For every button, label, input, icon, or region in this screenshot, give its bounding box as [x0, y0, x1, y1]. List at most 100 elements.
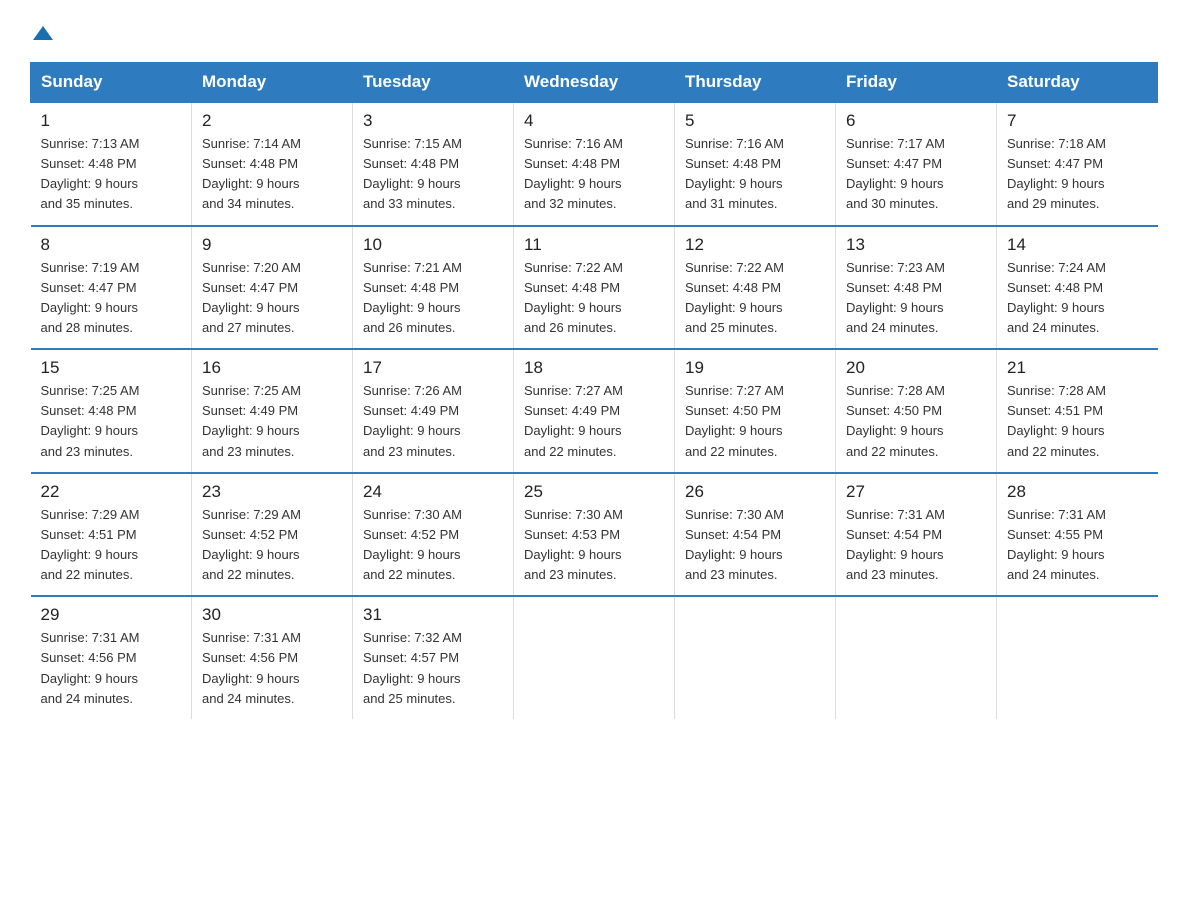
calendar-cell: 24 Sunrise: 7:30 AM Sunset: 4:52 PM Dayl… [353, 473, 514, 597]
day-number: 15 [41, 358, 182, 378]
day-info: Sunrise: 7:14 AM Sunset: 4:48 PM Dayligh… [202, 134, 342, 215]
day-number: 10 [363, 235, 503, 255]
calendar-cell: 7 Sunrise: 7:18 AM Sunset: 4:47 PM Dayli… [997, 102, 1158, 226]
day-number: 14 [1007, 235, 1148, 255]
day-info: Sunrise: 7:27 AM Sunset: 4:49 PM Dayligh… [524, 381, 664, 462]
day-number: 22 [41, 482, 182, 502]
calendar-cell: 8 Sunrise: 7:19 AM Sunset: 4:47 PM Dayli… [31, 226, 192, 350]
day-info: Sunrise: 7:24 AM Sunset: 4:48 PM Dayligh… [1007, 258, 1148, 339]
day-info: Sunrise: 7:23 AM Sunset: 4:48 PM Dayligh… [846, 258, 986, 339]
weekday-header-row: SundayMondayTuesdayWednesdayThursdayFrid… [31, 63, 1158, 103]
day-info: Sunrise: 7:30 AM Sunset: 4:52 PM Dayligh… [363, 505, 503, 586]
logo [30, 20, 54, 44]
calendar-cell [997, 596, 1158, 719]
calendar-cell [514, 596, 675, 719]
day-info: Sunrise: 7:15 AM Sunset: 4:48 PM Dayligh… [363, 134, 503, 215]
day-info: Sunrise: 7:31 AM Sunset: 4:54 PM Dayligh… [846, 505, 986, 586]
calendar-cell: 20 Sunrise: 7:28 AM Sunset: 4:50 PM Dayl… [836, 349, 997, 473]
day-number: 5 [685, 111, 825, 131]
day-info: Sunrise: 7:30 AM Sunset: 4:53 PM Dayligh… [524, 505, 664, 586]
weekday-header-friday: Friday [836, 63, 997, 103]
calendar-cell: 15 Sunrise: 7:25 AM Sunset: 4:48 PM Dayl… [31, 349, 192, 473]
day-number: 13 [846, 235, 986, 255]
day-number: 1 [41, 111, 182, 131]
calendar-cell: 14 Sunrise: 7:24 AM Sunset: 4:48 PM Dayl… [997, 226, 1158, 350]
day-number: 19 [685, 358, 825, 378]
weekday-header-saturday: Saturday [997, 63, 1158, 103]
day-info: Sunrise: 7:21 AM Sunset: 4:48 PM Dayligh… [363, 258, 503, 339]
calendar-week-row: 1 Sunrise: 7:13 AM Sunset: 4:48 PM Dayli… [31, 102, 1158, 226]
day-number: 7 [1007, 111, 1148, 131]
calendar-cell: 29 Sunrise: 7:31 AM Sunset: 4:56 PM Dayl… [31, 596, 192, 719]
calendar-cell: 26 Sunrise: 7:30 AM Sunset: 4:54 PM Dayl… [675, 473, 836, 597]
calendar-cell: 18 Sunrise: 7:27 AM Sunset: 4:49 PM Dayl… [514, 349, 675, 473]
day-number: 28 [1007, 482, 1148, 502]
weekday-header-monday: Monday [192, 63, 353, 103]
calendar-cell: 22 Sunrise: 7:29 AM Sunset: 4:51 PM Dayl… [31, 473, 192, 597]
day-number: 6 [846, 111, 986, 131]
day-info: Sunrise: 7:30 AM Sunset: 4:54 PM Dayligh… [685, 505, 825, 586]
calendar-cell: 25 Sunrise: 7:30 AM Sunset: 4:53 PM Dayl… [514, 473, 675, 597]
day-number: 16 [202, 358, 342, 378]
weekday-header-sunday: Sunday [31, 63, 192, 103]
day-info: Sunrise: 7:19 AM Sunset: 4:47 PM Dayligh… [41, 258, 182, 339]
day-info: Sunrise: 7:29 AM Sunset: 4:51 PM Dayligh… [41, 505, 182, 586]
day-info: Sunrise: 7:31 AM Sunset: 4:55 PM Dayligh… [1007, 505, 1148, 586]
day-number: 27 [846, 482, 986, 502]
calendar-cell: 3 Sunrise: 7:15 AM Sunset: 4:48 PM Dayli… [353, 102, 514, 226]
day-info: Sunrise: 7:22 AM Sunset: 4:48 PM Dayligh… [524, 258, 664, 339]
day-number: 29 [41, 605, 182, 625]
day-info: Sunrise: 7:16 AM Sunset: 4:48 PM Dayligh… [524, 134, 664, 215]
calendar-cell [836, 596, 997, 719]
calendar-cell: 28 Sunrise: 7:31 AM Sunset: 4:55 PM Dayl… [997, 473, 1158, 597]
day-info: Sunrise: 7:20 AM Sunset: 4:47 PM Dayligh… [202, 258, 342, 339]
calendar-cell: 11 Sunrise: 7:22 AM Sunset: 4:48 PM Dayl… [514, 226, 675, 350]
calendar-cell: 12 Sunrise: 7:22 AM Sunset: 4:48 PM Dayl… [675, 226, 836, 350]
day-number: 2 [202, 111, 342, 131]
calendar-cell: 16 Sunrise: 7:25 AM Sunset: 4:49 PM Dayl… [192, 349, 353, 473]
calendar-cell: 31 Sunrise: 7:32 AM Sunset: 4:57 PM Dayl… [353, 596, 514, 719]
day-number: 30 [202, 605, 342, 625]
day-info: Sunrise: 7:13 AM Sunset: 4:48 PM Dayligh… [41, 134, 182, 215]
day-number: 20 [846, 358, 986, 378]
day-info: Sunrise: 7:26 AM Sunset: 4:49 PM Dayligh… [363, 381, 503, 462]
day-info: Sunrise: 7:28 AM Sunset: 4:51 PM Dayligh… [1007, 381, 1148, 462]
calendar-cell: 21 Sunrise: 7:28 AM Sunset: 4:51 PM Dayl… [997, 349, 1158, 473]
day-number: 21 [1007, 358, 1148, 378]
calendar-cell: 5 Sunrise: 7:16 AM Sunset: 4:48 PM Dayli… [675, 102, 836, 226]
calendar-cell: 30 Sunrise: 7:31 AM Sunset: 4:56 PM Dayl… [192, 596, 353, 719]
calendar-week-row: 22 Sunrise: 7:29 AM Sunset: 4:51 PM Dayl… [31, 473, 1158, 597]
weekday-header-wednesday: Wednesday [514, 63, 675, 103]
day-number: 17 [363, 358, 503, 378]
calendar-cell: 2 Sunrise: 7:14 AM Sunset: 4:48 PM Dayli… [192, 102, 353, 226]
day-info: Sunrise: 7:22 AM Sunset: 4:48 PM Dayligh… [685, 258, 825, 339]
calendar-cell [675, 596, 836, 719]
day-info: Sunrise: 7:32 AM Sunset: 4:57 PM Dayligh… [363, 628, 503, 709]
day-info: Sunrise: 7:29 AM Sunset: 4:52 PM Dayligh… [202, 505, 342, 586]
day-number: 26 [685, 482, 825, 502]
calendar-cell: 27 Sunrise: 7:31 AM Sunset: 4:54 PM Dayl… [836, 473, 997, 597]
day-number: 4 [524, 111, 664, 131]
day-number: 8 [41, 235, 182, 255]
calendar-cell: 9 Sunrise: 7:20 AM Sunset: 4:47 PM Dayli… [192, 226, 353, 350]
day-info: Sunrise: 7:31 AM Sunset: 4:56 PM Dayligh… [202, 628, 342, 709]
day-info: Sunrise: 7:28 AM Sunset: 4:50 PM Dayligh… [846, 381, 986, 462]
calendar-cell: 6 Sunrise: 7:17 AM Sunset: 4:47 PM Dayli… [836, 102, 997, 226]
day-number: 3 [363, 111, 503, 131]
day-number: 23 [202, 482, 342, 502]
calendar-cell: 4 Sunrise: 7:16 AM Sunset: 4:48 PM Dayli… [514, 102, 675, 226]
day-info: Sunrise: 7:16 AM Sunset: 4:48 PM Dayligh… [685, 134, 825, 215]
day-number: 18 [524, 358, 664, 378]
day-number: 24 [363, 482, 503, 502]
calendar-week-row: 15 Sunrise: 7:25 AM Sunset: 4:48 PM Dayl… [31, 349, 1158, 473]
calendar-table: SundayMondayTuesdayWednesdayThursdayFrid… [30, 62, 1158, 719]
day-number: 25 [524, 482, 664, 502]
calendar-cell: 13 Sunrise: 7:23 AM Sunset: 4:48 PM Dayl… [836, 226, 997, 350]
day-number: 12 [685, 235, 825, 255]
calendar-cell: 10 Sunrise: 7:21 AM Sunset: 4:48 PM Dayl… [353, 226, 514, 350]
day-number: 31 [363, 605, 503, 625]
weekday-header-tuesday: Tuesday [353, 63, 514, 103]
day-info: Sunrise: 7:17 AM Sunset: 4:47 PM Dayligh… [846, 134, 986, 215]
page-header [30, 20, 1158, 44]
weekday-header-thursday: Thursday [675, 63, 836, 103]
